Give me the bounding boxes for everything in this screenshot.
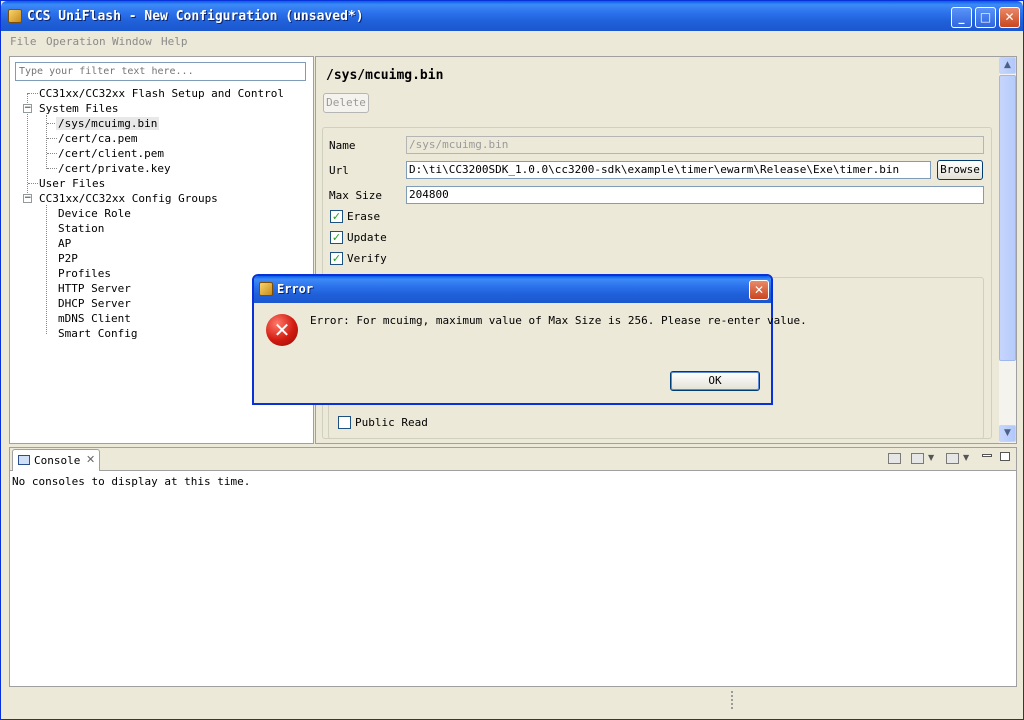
tree-item-client-pem[interactable]: /cert/client.pem [58, 147, 164, 160]
console-message: No consoles to display at this time. [12, 475, 251, 488]
error-dialog: Error ✕ ✕ Error: For mcuimg, maximum val… [252, 274, 807, 405]
close-button[interactable]: ✕ [999, 7, 1020, 28]
scroll-thumb[interactable] [999, 75, 1016, 361]
chevron-down-icon[interactable]: ▼ [963, 453, 969, 462]
menu-file[interactable]: File [10, 35, 37, 48]
tree-item-config-groups[interactable]: CC31xx/CC32xx Config Groups [39, 192, 218, 205]
status-bar-grip [731, 691, 733, 709]
name-field: /sys/mcuimg.bin [406, 136, 984, 154]
url-field[interactable]: D:\ti\CC3200SDK_1.0.0\cc3200-sdk\example… [406, 161, 931, 179]
max-size-label: Max Size [329, 189, 382, 202]
tree-item-user-files[interactable]: User Files [39, 177, 105, 190]
collapse-icon[interactable]: − [23, 104, 32, 113]
editor-title: /sys/mcuimg.bin [326, 68, 444, 83]
dialog-title: Error [277, 282, 314, 296]
ok-button[interactable]: OK [670, 371, 760, 391]
scroll-up-arrow-icon[interactable]: ▲ [999, 57, 1016, 74]
editor-scrollbar[interactable]: ▲ ▼ [999, 57, 1016, 443]
scroll-down-arrow-icon[interactable]: ▼ [999, 425, 1016, 442]
checkbox-label: Verify [347, 252, 387, 265]
tree-item-p2p[interactable]: P2P [58, 252, 78, 265]
tree-connector [28, 183, 38, 184]
console-tab-bar: Console ✕ ▼ ▼ [10, 448, 1016, 471]
error-message: Error: For mcuimg, maximum value of Max … [310, 314, 807, 327]
filter-input[interactable] [15, 62, 306, 81]
error-icon: ✕ [266, 314, 298, 346]
collapse-icon[interactable]: − [23, 194, 32, 203]
tree-connector [47, 138, 57, 139]
delete-button[interactable]: Delete [323, 93, 369, 113]
checkbox-label: Erase [347, 210, 381, 223]
tree-item-device-role[interactable]: Device Role [58, 207, 131, 220]
tree-connector [47, 168, 57, 169]
checkbox-box[interactable]: ✓ [330, 252, 343, 265]
browse-button[interactable]: Browse [937, 160, 983, 180]
menu-operation[interactable]: Operation [46, 35, 106, 48]
menu-window[interactable]: Window [112, 35, 152, 48]
console-tab-label: Console [34, 454, 81, 467]
open-console-icon[interactable] [946, 453, 959, 464]
tree-item-http-server[interactable]: HTTP Server [58, 282, 131, 295]
tree-connector [46, 205, 47, 334]
tree-item-smart-config[interactable]: Smart Config [58, 327, 137, 340]
tree-item-flash-setup[interactable]: CC31xx/CC32xx Flash Setup and Control [39, 87, 284, 100]
console-tab[interactable]: Console ✕ [12, 449, 100, 471]
maximize-view-icon[interactable] [1000, 452, 1010, 461]
console-panel: Console ✕ ▼ ▼ No consoles to display at … [9, 447, 1017, 687]
checkbox-box[interactable]: ✓ [330, 210, 343, 223]
checkbox-box[interactable] [338, 416, 351, 429]
window-title: CCS UniFlash - New Configuration (unsave… [27, 9, 364, 24]
maximize-button[interactable]: □ [975, 7, 996, 28]
max-size-field[interactable]: 204800 [406, 186, 984, 204]
dialog-title-bar[interactable]: Error ✕ [254, 276, 771, 303]
tree-item-system-files[interactable]: System Files [39, 102, 118, 115]
checkbox-label: Public Read [355, 416, 428, 429]
minimize-button[interactable]: _ [951, 7, 972, 28]
tree-item-private-key[interactable]: /cert/private.key [58, 162, 171, 175]
display-console-icon[interactable] [911, 453, 924, 464]
tree-item-dhcp-server[interactable]: DHCP Server [58, 297, 131, 310]
name-label: Name [329, 139, 356, 152]
tree-item-station[interactable]: Station [58, 222, 104, 235]
title-bar[interactable]: CCS UniFlash - New Configuration (unsave… [1, 1, 1023, 31]
dialog-close-button[interactable]: ✕ [749, 280, 769, 300]
tree-item-ap[interactable]: AP [58, 237, 71, 250]
menu-help[interactable]: Help [161, 35, 188, 48]
tree-item-ca-pem[interactable]: /cert/ca.pem [58, 132, 137, 145]
pin-console-icon[interactable] [888, 453, 901, 464]
app-icon [259, 282, 273, 296]
minimize-view-icon[interactable] [982, 454, 992, 457]
tree-connector [28, 93, 38, 94]
console-icon [18, 455, 30, 465]
app-icon [8, 9, 22, 23]
chevron-down-icon[interactable]: ▼ [928, 453, 934, 462]
checkbox-box[interactable]: ✓ [330, 231, 343, 244]
url-label: Url [329, 164, 349, 177]
tree-item-mcuimg[interactable]: /sys/mcuimg.bin [56, 117, 160, 130]
tree-connector [47, 153, 57, 154]
main-window: CCS UniFlash - New Configuration (unsave… [0, 0, 1024, 720]
close-icon[interactable]: ✕ [86, 453, 95, 466]
tree-item-mdns-client[interactable]: mDNS Client [58, 312, 131, 325]
menu-bar: File Operation Window Help [1, 32, 1023, 52]
tree-item-profiles[interactable]: Profiles [58, 267, 111, 280]
checkbox-label: Update [347, 231, 387, 244]
